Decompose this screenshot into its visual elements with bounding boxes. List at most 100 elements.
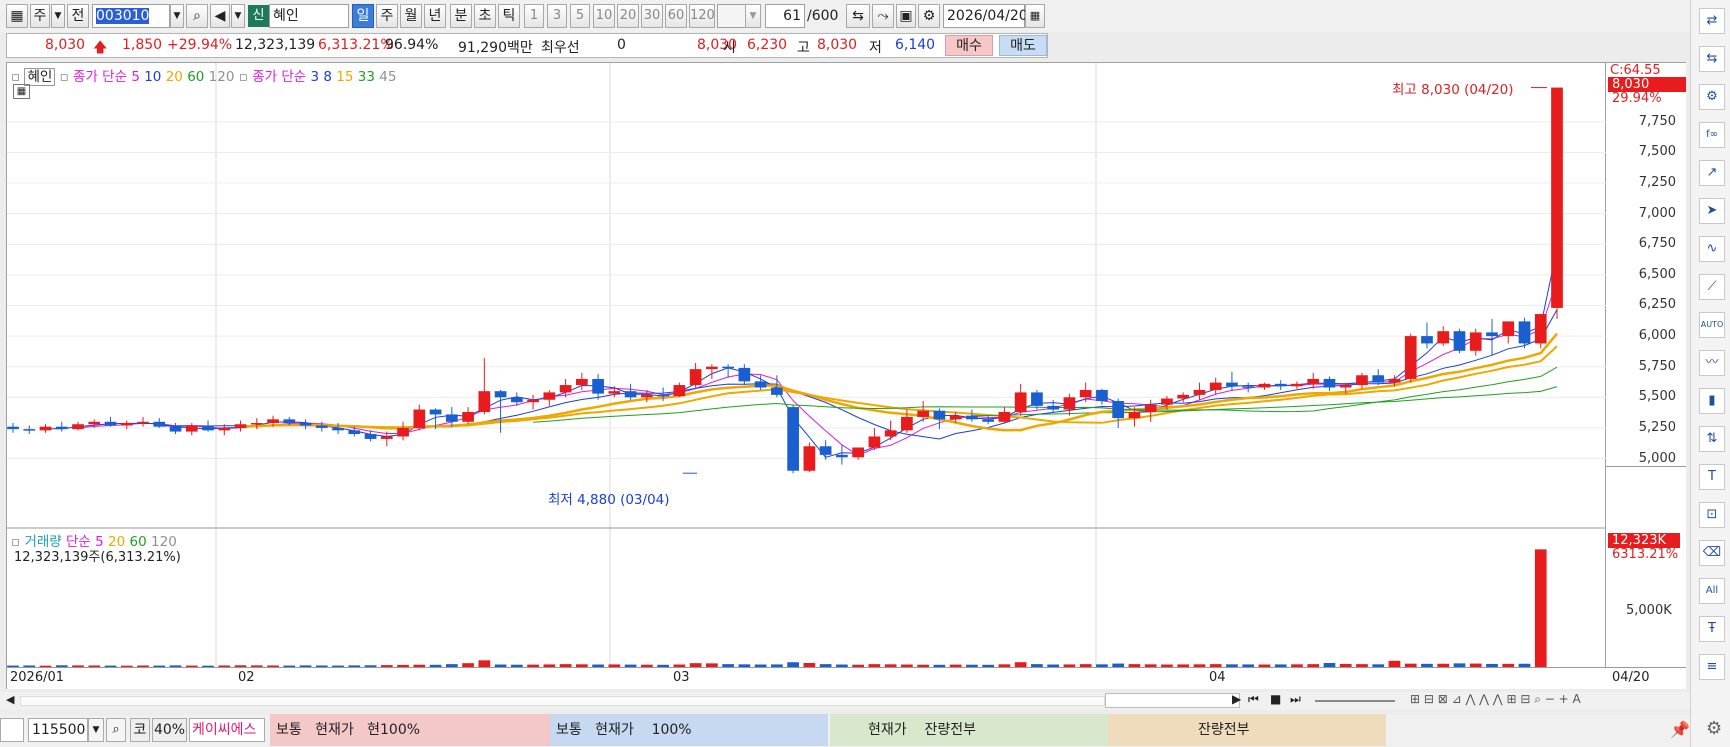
order-mode-box[interactable] xyxy=(0,718,24,742)
order-search-icon[interactable]: ⌕ xyxy=(106,718,126,742)
low-label: 저 xyxy=(869,40,882,56)
pin-icon[interactable]: 📌 xyxy=(1670,720,1690,739)
interval-60[interactable]: 60 xyxy=(665,4,687,28)
price-tick: 7,250 xyxy=(1638,175,1676,191)
candle-body xyxy=(267,419,279,424)
x-axis: 2026/01 02 03 04 xyxy=(7,667,1607,689)
trend-icon[interactable]: ⟋ xyxy=(1699,274,1725,300)
candle-body xyxy=(884,430,897,437)
formula-icon[interactable]: f∞ xyxy=(1699,122,1725,148)
sell-button[interactable]: 매도 xyxy=(999,35,1047,56)
candle-body xyxy=(1144,404,1157,412)
tab-year[interactable]: 년 xyxy=(424,4,446,28)
search-icon[interactable]: ⌕ xyxy=(186,4,208,28)
tab-day[interactable]: 일 xyxy=(352,4,374,28)
tool-a-icon[interactable]: ⇆ xyxy=(846,4,870,28)
box-icon[interactable]: ⊡ xyxy=(1699,502,1725,528)
modify-order-panel[interactable]: 현재가 잔량전부 xyxy=(830,714,1108,746)
first-icon[interactable]: ⏮ xyxy=(1248,692,1259,707)
stop-icon[interactable]: ■ xyxy=(1270,692,1281,706)
table-icon[interactable]: ▦ xyxy=(13,84,30,99)
legend-ma-label[interactable]: 종가 단순 xyxy=(73,69,127,85)
right-toolbar: ⇄ ⇆ ⚙ f∞ ↗ ➤ ∿ ⟋ AUTO 〰 ▮ ⇅ T ⊡ ⌫ All Ŧ … xyxy=(1690,0,1730,747)
candle-body xyxy=(462,411,474,422)
candle-body xyxy=(1177,394,1190,399)
last-icon[interactable]: ⏭ xyxy=(1290,692,1301,707)
settings-gear-icon[interactable]: ⚙ xyxy=(1706,718,1722,739)
pointer-icon[interactable]: ➤ xyxy=(1699,198,1725,224)
save-icon[interactable]: ▣ xyxy=(896,4,916,28)
tab-minute[interactable]: 분 xyxy=(450,4,472,28)
gear-icon[interactable]: ⚙ xyxy=(1699,84,1725,110)
erase-all-icon[interactable]: All xyxy=(1699,578,1725,604)
swap-icon[interactable]: ⇅ xyxy=(1699,426,1725,452)
text-box-icon[interactable]: Ŧ xyxy=(1699,616,1725,642)
market-button[interactable]: 주 xyxy=(30,4,50,28)
speaker-icon[interactable]: ◀ xyxy=(210,4,230,28)
cancel-order-panel[interactable]: 잔량전부 xyxy=(1108,714,1386,746)
interval-1[interactable]: 1 xyxy=(524,4,544,28)
scroll-thumb[interactable] xyxy=(1105,693,1240,708)
custom-interval-dropdown-icon[interactable]: ▼ xyxy=(745,4,761,28)
speaker-dropdown-icon[interactable]: ▼ xyxy=(231,4,245,28)
stock-name-input[interactable]: 혜인 xyxy=(269,4,349,28)
scroll-right-icon[interactable]: ▶ xyxy=(1232,692,1241,706)
count-input[interactable]: 61 xyxy=(765,4,805,28)
candle-body xyxy=(397,427,409,437)
refresh-icon[interactable]: ⇄ xyxy=(1699,8,1725,34)
legend-ma5: 5 xyxy=(131,69,140,85)
compare-icon[interactable]: ⇆ xyxy=(1699,46,1725,72)
date-input[interactable]: 2026/04/20 xyxy=(943,4,1028,28)
last-price-tag: 8,030 xyxy=(1608,77,1686,92)
wave-icon[interactable]: 〰 xyxy=(1699,350,1725,376)
candle-body xyxy=(1258,383,1271,388)
interval-120[interactable]: 120 xyxy=(689,4,715,28)
code-input[interactable]: 003010 xyxy=(92,4,170,28)
last-pct-tag: 29.94% xyxy=(1612,91,1662,106)
order-code-dropdown-icon[interactable]: ▼ xyxy=(88,718,104,742)
tool-b-icon[interactable]: ⤳ xyxy=(872,4,894,28)
buy-button[interactable]: 매수 xyxy=(945,35,993,56)
x-label-apr: 04 xyxy=(1209,670,1226,685)
buy-order-panel[interactable]: 보통 현재가 현100% xyxy=(270,714,550,746)
legend-ma2-label[interactable]: 종가 단순 xyxy=(252,69,306,85)
calendar-icon[interactable]: ▦ xyxy=(1025,4,1045,28)
eraser-icon[interactable]: ⌫ xyxy=(1699,540,1725,566)
settings-icon[interactable]: ⚙ xyxy=(918,4,940,28)
candle-icon[interactable]: ▮ xyxy=(1699,388,1725,414)
code-dropdown-icon[interactable]: ▼ xyxy=(170,4,184,28)
candle-body xyxy=(608,391,621,394)
order-code-input[interactable]: 115500 xyxy=(28,718,88,742)
candle-body xyxy=(917,410,929,417)
tab-week[interactable]: 주 xyxy=(376,4,398,28)
text-tool-icon[interactable]: T xyxy=(1699,464,1725,490)
scroll-left-icon[interactable]: ◀ xyxy=(6,693,14,706)
legend-ma45: 45 xyxy=(379,69,397,85)
line-tool-icon[interactable]: ∿ xyxy=(1699,236,1725,262)
layout-icon[interactable]: ▦ xyxy=(6,4,28,28)
interval-10[interactable]: 10 xyxy=(593,4,615,28)
main-toolbar: ▦ 주 ▼ 전 003010 ▼ ⌕ ◀ ▼ 신 혜인 일 주 월 년 분 초 … xyxy=(0,0,1690,32)
price-tick: 7,500 xyxy=(1638,144,1676,160)
tab-month[interactable]: 월 xyxy=(400,4,422,28)
interval-20[interactable]: 20 xyxy=(617,4,639,28)
hcl-icon[interactable]: ≡ xyxy=(1699,654,1725,680)
tab-tick[interactable]: 틱 xyxy=(498,4,520,28)
sell-order-panel[interactable]: 보통 현재가 100% xyxy=(550,714,828,746)
current-price: 8,030 xyxy=(45,37,86,53)
candle-body xyxy=(1079,389,1092,398)
view-tools-icon[interactable]: ⊞ ⊟ ⊠ ⊿ ⋀ ⋀ ⋀ ⊞ ⊟ ⌕ − + A xyxy=(1410,692,1581,707)
interval-5[interactable]: 5 xyxy=(570,4,590,28)
auto-trend-icon[interactable]: AUTO xyxy=(1699,312,1725,338)
interval-3[interactable]: 3 xyxy=(547,4,567,28)
interval-30[interactable]: 30 xyxy=(641,4,663,28)
tab-second[interactable]: 초 xyxy=(474,4,496,28)
market-dropdown-icon[interactable]: ▼ xyxy=(51,4,65,28)
chart-panel[interactable]: ▫ 혜인 ▫ 종가 단순 5 10 20 60 120 ▫ 종가 단순 3 8 … xyxy=(6,62,1607,690)
zoom-slider[interactable] xyxy=(1315,700,1395,702)
chart-svg[interactable] xyxy=(7,63,1607,690)
modify-qty: 잔량전부 xyxy=(924,722,976,738)
prev-button[interactable]: 전 xyxy=(67,4,89,28)
indicator-add-icon[interactable]: ↗ xyxy=(1699,160,1725,186)
scroll-track[interactable] xyxy=(20,696,1105,706)
